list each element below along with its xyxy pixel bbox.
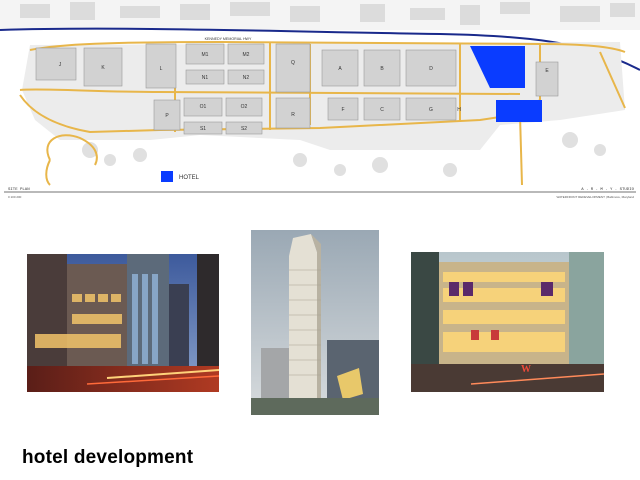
hotel-photo-street-night: [27, 254, 219, 392]
block-label-d: D: [429, 66, 433, 72]
block-label-s2: S2: [241, 126, 247, 132]
w-logo-sign: W: [521, 364, 531, 375]
block-label-c: C: [380, 107, 384, 113]
block-label-s1: S1: [200, 126, 206, 132]
block-label-f: F: [341, 107, 344, 113]
block-label-m1: M1: [202, 52, 209, 58]
block-label-o1: O1: [200, 104, 207, 110]
block-label-n2: N2: [243, 75, 250, 81]
block-label-g: G: [429, 107, 433, 113]
page-caption: hotel development: [22, 447, 194, 468]
site-plan: J K L M1 M2 N1 N2 O1 O2 S1 S2 P Q R A B …: [0, 0, 640, 199]
block-label-n1: N1: [202, 75, 209, 81]
studio-caption: A . R . M . Y . STUDIO: [581, 188, 634, 192]
block-label-h: H: [457, 107, 461, 113]
block-label-r: R: [291, 112, 295, 118]
hotel-legend-label: HOTEL: [179, 175, 200, 181]
block-label-o2: O2: [241, 104, 248, 110]
hotel-legend-swatch: [161, 171, 173, 182]
block-label-q: Q: [291, 60, 295, 66]
hotel-photo-tower: [251, 230, 379, 415]
project-caption: WATERFRONT REDEVELOPMENT | Baltimore, Ma…: [556, 195, 634, 199]
block-label-m2: M2: [243, 52, 250, 58]
hotel-photo-w-hotel: W: [411, 252, 604, 392]
site-plan-caption: SITE PLAN: [8, 188, 30, 192]
block-label-l: L: [160, 66, 163, 72]
road-label: KENNEDY MEMORIAL HWY: [205, 37, 252, 41]
site-plan-scale: 0 100 200: [8, 195, 22, 199]
